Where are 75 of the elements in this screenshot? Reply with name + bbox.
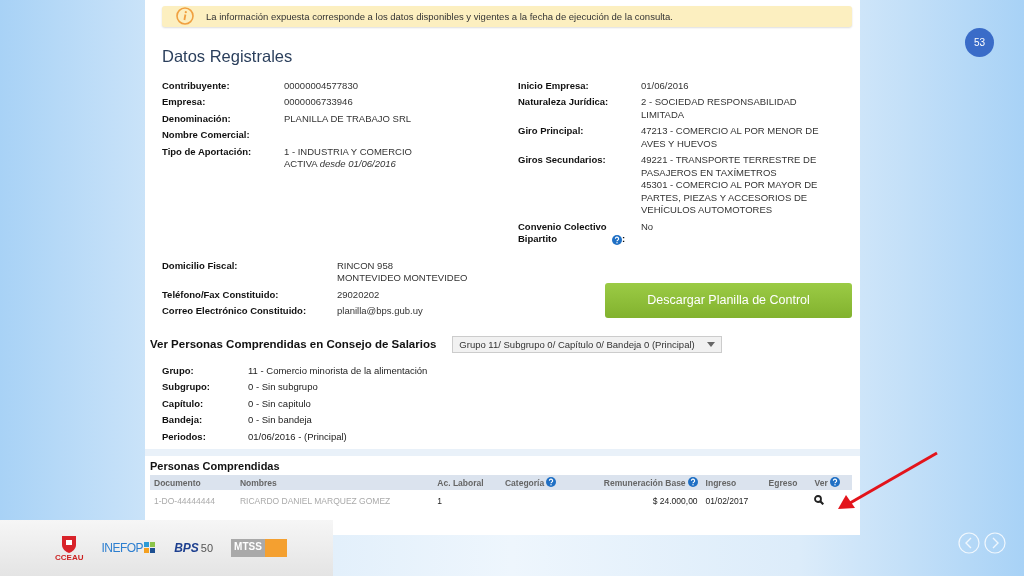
field-value: 0 - Sin bandeja bbox=[248, 414, 313, 427]
label-colon: : bbox=[622, 233, 626, 246]
field-value: MONTEVIDEO MONTEVIDEO bbox=[337, 272, 469, 285]
logo-text: 50 bbox=[200, 542, 214, 554]
field-label: Subgrupo: bbox=[162, 381, 211, 394]
slide-number: 53 bbox=[965, 28, 994, 57]
help-icon bbox=[687, 477, 698, 487]
field-value: 00000004577830 bbox=[284, 79, 359, 92]
section-heading: Ver Personas Comprendidas en Consejo de Salarios bbox=[150, 338, 437, 350]
field-value: 0000006733946 bbox=[284, 96, 354, 109]
field-value: planilla@bps.gub.uy bbox=[337, 305, 424, 318]
field-value: 01/06/2016 bbox=[641, 79, 690, 92]
field-label: Naturaleza Jurídica: bbox=[518, 96, 610, 109]
field-value: 49221 - TRANSPORTE TERRESTRE DE PASAJEROS EN TAXÍMETROS bbox=[641, 154, 818, 179]
column-header: Ingreso bbox=[705, 477, 737, 488]
column-header: Nombres bbox=[239, 477, 277, 488]
logo-text: CCEAU bbox=[55, 552, 84, 562]
table-cell: RICARDO DANIEL MARQUEZ GOMEZ bbox=[239, 496, 391, 506]
field-label: Empresa: bbox=[162, 96, 207, 109]
field-value: 47213 - COMERCIO AL POR MENOR DE AVES Y HUEVOS bbox=[641, 125, 820, 150]
info-icon bbox=[176, 7, 194, 26]
field-label: Capítulo: bbox=[162, 397, 205, 410]
logo-block bbox=[264, 539, 287, 557]
logo-text: BPS bbox=[174, 541, 199, 555]
field-label: Teléfono/Fax Constituido: bbox=[162, 288, 280, 301]
field-label: Periodos: bbox=[162, 430, 207, 443]
logo-text: INEFOP bbox=[101, 541, 144, 555]
field-value: 1 - INDUSTRIA Y COMERCIO bbox=[284, 145, 413, 158]
field-label: Tipo de Aportación: bbox=[162, 145, 253, 159]
group-dropdown[interactable]: Grupo 11/ Subgrupo 0/ Capítulo 0/ Bandeja 0 (Principal) bbox=[452, 335, 722, 353]
field-label: Domicilio Fiscal: bbox=[162, 259, 239, 273]
help-icon bbox=[612, 234, 622, 245]
logo-text: MTSS bbox=[231, 539, 265, 557]
next-icon bbox=[984, 532, 1006, 554]
field-value: 2 - SOCIEDAD RESPONSABILIDAD LIMITADA bbox=[641, 96, 798, 121]
table-cell: 1-DO-44444444 bbox=[154, 496, 215, 506]
field-label: Giros Secundarios: bbox=[518, 154, 607, 167]
column-header: Categoría bbox=[505, 478, 545, 488]
column-header: Ac. Laboral bbox=[437, 477, 484, 488]
column-header: Ver bbox=[814, 478, 828, 488]
section-heading: Personas Comprendidas bbox=[150, 460, 281, 472]
field-value: No bbox=[641, 220, 655, 233]
field-label: Convenio Colectivo Bipartito bbox=[518, 220, 608, 246]
field-value: ACTIVA desde 01/06/2016 bbox=[284, 158, 397, 171]
info-message: La información expuesta corresponde a los datos disponibles y vigentes a la fecha de ejecución de la consulta. bbox=[206, 10, 673, 22]
caret-icon bbox=[706, 341, 715, 347]
field-label: Contribuyente: bbox=[162, 79, 231, 92]
squares-icon bbox=[144, 542, 157, 554]
help-icon bbox=[546, 477, 557, 487]
table-cell: $ 24.000,00 bbox=[652, 496, 698, 506]
field-value: 0 - Sin subgrupo bbox=[248, 381, 319, 394]
section-title: Datos Registrales bbox=[162, 46, 294, 66]
field-value: 0 - Sin capitulo bbox=[248, 397, 312, 410]
column-header: Remuneración Base bbox=[603, 478, 686, 488]
field-label: Giro Principal: bbox=[518, 125, 585, 138]
field-label: Nombre Comercial: bbox=[162, 129, 251, 142]
field-label: Inicio Empresa: bbox=[518, 79, 590, 92]
help-icon bbox=[829, 477, 840, 487]
field-label: Grupo: bbox=[162, 364, 195, 377]
field-value: RINCON 958 bbox=[337, 259, 394, 272]
field-value: PLANILLA DE TRABAJO SRL bbox=[284, 112, 413, 125]
shield-icon bbox=[61, 534, 78, 553]
column-header: Documento bbox=[154, 477, 201, 488]
field-value: 01/06/2016 - (Principal) bbox=[248, 430, 348, 443]
field-value: 45301 - COMERCIO AL POR MAYOR DE PARTES, PIEZAS Y ACCESORIOS DE VEHÍCULOS AUTOMOTORES bbox=[641, 179, 819, 217]
table-cell: 01/02/2017 bbox=[705, 496, 749, 506]
table-cell: 1 bbox=[437, 496, 443, 506]
field-value: 11 - Comercio minorista de la alimentación bbox=[248, 364, 429, 377]
field-label: Denominación: bbox=[162, 112, 232, 125]
field-label: Bandeja: bbox=[162, 414, 204, 427]
search-icon[interactable] bbox=[814, 495, 825, 505]
field-value: 29020202 bbox=[337, 288, 381, 301]
field-label: Correo Electrónico Constituido: bbox=[162, 305, 308, 318]
column-header: Egreso bbox=[768, 477, 798, 488]
previous-icon bbox=[958, 532, 980, 554]
